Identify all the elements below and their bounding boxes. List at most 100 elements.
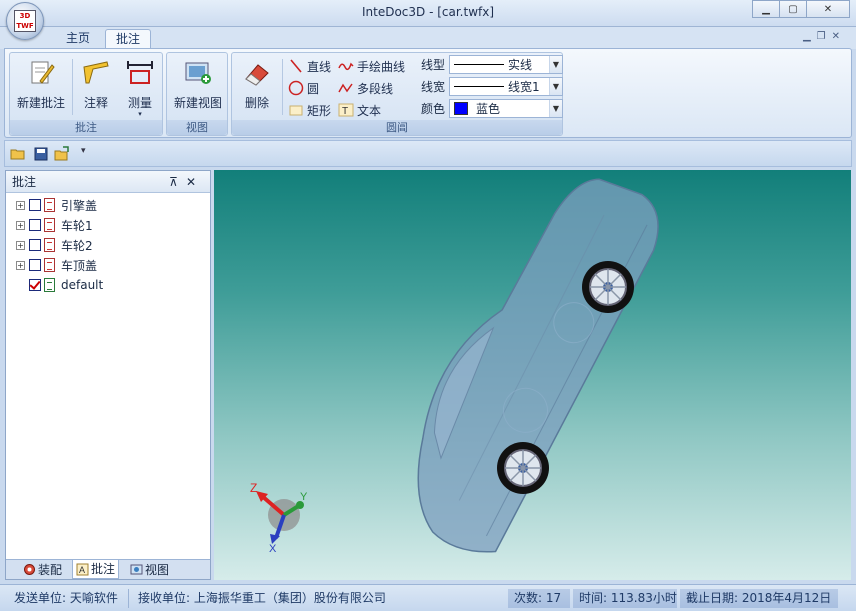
- app-logo-icon: 3D TWF: [14, 10, 36, 32]
- mdi-controls[interactable]: ▁❐✕: [803, 31, 846, 42]
- rectangle-icon: [289, 105, 303, 116]
- svg-text:A: A: [79, 565, 85, 575]
- tab-annotation[interactable]: 批注: [105, 29, 152, 49]
- open-folder-icon[interactable]: [10, 146, 26, 162]
- tab-assembly[interactable]: 装配: [20, 560, 65, 579]
- group-view-label: 视图: [167, 120, 227, 135]
- tab-annotations[interactable]: A 批注: [72, 560, 120, 579]
- chevron-down-icon[interactable]: ▼: [549, 55, 562, 73]
- polyline-tool[interactable]: 多段线: [338, 78, 393, 98]
- export-icon[interactable]: [54, 146, 70, 162]
- window-controls: ▁ ▢ ✕: [752, 0, 850, 18]
- app-menu-button[interactable]: 3D TWF: [6, 2, 44, 40]
- minimize-button[interactable]: ▁: [752, 0, 780, 18]
- title-bar: InteDoc3D - [car.twfx] ▁ ▢ ✕: [0, 0, 856, 27]
- save-icon[interactable]: [33, 146, 49, 162]
- annotation-doc-icon: [44, 238, 55, 252]
- axis-y-label: Y: [300, 491, 308, 503]
- freehand-icon: [338, 62, 354, 71]
- tree-item[interactable]: + 引擎盖: [16, 195, 210, 215]
- view-tab-icon: [130, 564, 143, 575]
- expand-icon[interactable]: +: [16, 260, 25, 270]
- item-checkbox[interactable]: [29, 259, 41, 271]
- maximize-button[interactable]: ▢: [779, 0, 807, 18]
- delete-button[interactable]: 删除: [236, 57, 278, 115]
- pin-icon[interactable]: ⊼: [169, 175, 186, 189]
- circle-icon: [288, 80, 304, 96]
- item-checkbox[interactable]: [29, 199, 41, 211]
- color-select[interactable]: 蓝色 ▼: [449, 98, 563, 118]
- qat-customize-icon[interactable]: ▾: [81, 146, 97, 162]
- circle-tool[interactable]: 圆: [288, 78, 319, 98]
- expand-icon[interactable]: +: [16, 200, 25, 210]
- wheel-rear[interactable]: [582, 261, 634, 313]
- annotation-doc-icon: [44, 278, 55, 292]
- new-view-button[interactable]: 新建视图: [169, 57, 227, 115]
- text-tool[interactable]: T 文本: [338, 100, 381, 120]
- note-icon: [83, 61, 109, 84]
- linetype-select[interactable]: 实线 ▼: [449, 54, 563, 74]
- close-panel-icon[interactable]: ✕: [186, 175, 204, 189]
- annotation-tab-icon: A: [76, 563, 89, 575]
- status-receiver: 接收单位: 上海振华重工（集团）股份有限公司: [138, 591, 386, 605]
- line-tool[interactable]: 直线: [288, 56, 331, 76]
- ribbon: 新建批注 注释 测量 ▾ 批注 新建视图 视图 删除 直线 手绘曲线 圆 多段线…: [4, 48, 852, 138]
- annotation-doc-icon: [44, 218, 55, 232]
- annotation-doc-icon: [44, 198, 55, 212]
- close-button[interactable]: ✕: [806, 0, 850, 18]
- color-row: 颜色 蓝色 ▼: [421, 98, 563, 118]
- group-annotation-label: 批注: [10, 120, 162, 135]
- status-sender: 发送单位: 天喻软件: [14, 591, 118, 605]
- car-model[interactable]: Z Y X: [214, 170, 851, 580]
- assembly-icon: [24, 564, 35, 575]
- axis-z-label: Z: [250, 481, 257, 495]
- annotation-panel: 批注 ⊼✕ + 引擎盖 + 车轮1 + 车轮2 + 车顶盖 default 装配…: [5, 170, 211, 580]
- 3d-viewport[interactable]: Z Y X: [214, 170, 851, 580]
- note-button[interactable]: 注释: [76, 57, 116, 115]
- group-view: 新建视图 视图: [166, 52, 228, 136]
- status-deadline: 截止日期: 2018年4月12日: [680, 589, 838, 608]
- polyline-icon: [338, 83, 353, 93]
- annotation-doc-icon: [44, 258, 55, 272]
- rect-tool[interactable]: 矩形: [288, 100, 331, 120]
- measure-button[interactable]: 测量 ▾: [120, 57, 160, 118]
- chevron-down-icon: ▾: [138, 110, 142, 118]
- ribbon-tabs: 主页 批注 ▁❐✕: [0, 27, 856, 49]
- item-checkbox[interactable]: [29, 279, 41, 291]
- new-annotation-icon: [31, 61, 55, 84]
- panel-tabs: 装配 A 批注 视图: [6, 559, 210, 579]
- tab-views[interactable]: 视图: [127, 560, 172, 579]
- item-checkbox[interactable]: [29, 239, 41, 251]
- item-checkbox[interactable]: [29, 219, 41, 231]
- new-view-icon: [185, 62, 211, 84]
- text-icon: T: [338, 103, 354, 117]
- tree-item[interactable]: + 车轮1: [16, 215, 210, 235]
- expand-icon[interactable]: +: [16, 240, 25, 250]
- new-annotation-button[interactable]: 新建批注: [12, 57, 70, 115]
- linewidth-select[interactable]: 线宽1 ▼: [449, 76, 563, 96]
- tree-item[interactable]: + 车顶盖: [16, 255, 210, 275]
- annotation-tree: + 引擎盖 + 车轮1 + 车轮2 + 车顶盖 default: [6, 193, 210, 295]
- line-icon: [290, 59, 302, 73]
- group-annotation: 新建批注 注释 测量 ▾ 批注: [9, 52, 163, 136]
- status-count: 次数: 17: [508, 589, 570, 608]
- quick-access-toolbar: ▾: [4, 140, 852, 167]
- svg-text:T: T: [342, 106, 348, 117]
- axis-x-label: X: [269, 543, 277, 555]
- freehand-tool[interactable]: 手绘曲线: [338, 56, 405, 76]
- chevron-down-icon[interactable]: ▼: [549, 99, 562, 117]
- tree-item[interactable]: + 车轮2: [16, 235, 210, 255]
- chevron-down-icon[interactable]: ▼: [549, 77, 562, 95]
- window-title: InteDoc3D - [car.twfx]: [361, 5, 495, 19]
- expand-icon[interactable]: +: [16, 220, 25, 230]
- linetype-row: 线型 实线 ▼: [421, 54, 563, 74]
- status-bar: 发送单位: 天喻软件 接收单位: 上海振华重工（集团）股份有限公司 次数: 17…: [0, 584, 856, 611]
- group-draw-label: 圆阊: [232, 120, 562, 135]
- status-time: 时间: 113.83小时: [573, 589, 677, 608]
- tab-home[interactable]: 主页: [56, 29, 100, 49]
- axis-triad: Z Y X: [250, 481, 308, 555]
- color-swatch: [454, 101, 468, 115]
- wheel-front[interactable]: [497, 442, 549, 494]
- eraser-icon: [245, 64, 269, 86]
- tree-item[interactable]: default: [16, 275, 210, 295]
